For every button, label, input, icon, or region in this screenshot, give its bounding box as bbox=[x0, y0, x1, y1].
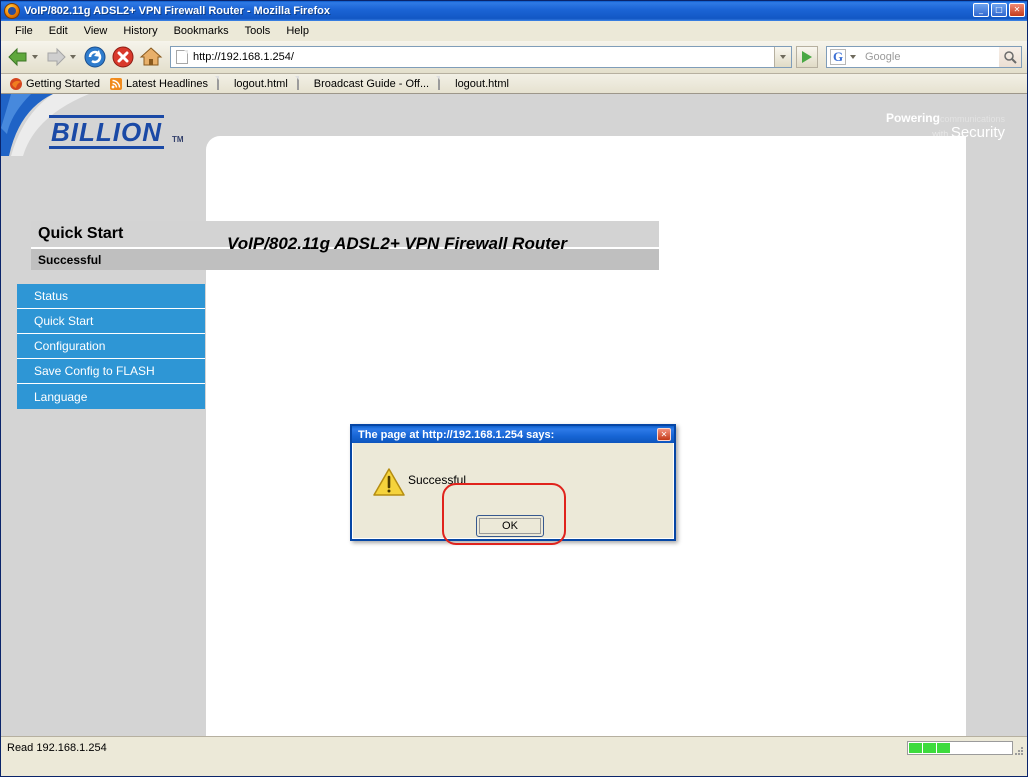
menu-tools[interactable]: Tools bbox=[237, 23, 279, 39]
stop-icon[interactable] bbox=[110, 44, 136, 70]
maximize-button[interactable]: □ bbox=[991, 3, 1007, 17]
bookmark-label: Broadcast Guide - Off... bbox=[313, 77, 430, 90]
forward-button[interactable] bbox=[44, 46, 80, 68]
bookmark-label: logout.html bbox=[455, 77, 509, 90]
alert-dialog-title: The page at http://192.168.1.254 says: bbox=[358, 428, 555, 441]
address-bar-value: http://192.168.1.254/ bbox=[193, 51, 294, 63]
sidebar-item-save-config-to-flash[interactable]: Save Config to FLASH bbox=[17, 359, 205, 384]
page-viewport: BILLION TM Poweringcommunications with S… bbox=[1, 94, 1027, 736]
google-engine-icon[interactable]: G bbox=[830, 49, 846, 65]
alert-close-icon[interactable]: ✕ bbox=[657, 428, 671, 441]
alert-message: Successful bbox=[408, 473, 467, 487]
document-icon bbox=[296, 75, 311, 91]
forward-dropdown-icon[interactable] bbox=[70, 55, 76, 59]
firefox-app-icon bbox=[4, 3, 20, 19]
bookmark-label: logout.html bbox=[233, 77, 288, 90]
home-icon[interactable] bbox=[138, 44, 164, 70]
search-engine-dropdown-icon[interactable] bbox=[850, 55, 856, 59]
go-button[interactable] bbox=[796, 46, 818, 68]
page-title: VoIP/802.11g ADSL2+ VPN Firewall Router bbox=[227, 234, 567, 253]
menu-help[interactable]: Help bbox=[278, 23, 317, 39]
menu-bookmarks[interactable]: Bookmarks bbox=[166, 23, 237, 39]
bookmark-latest-headlines[interactable]: Latest Headlines bbox=[107, 76, 213, 92]
page-favicon-icon bbox=[176, 50, 188, 64]
back-dropdown-icon[interactable] bbox=[32, 55, 38, 59]
progress-block bbox=[909, 742, 922, 753]
firefox-icon bbox=[9, 77, 23, 91]
window-titlebar: VoIP/802.11g ADSL2+ VPN Firewall Router … bbox=[1, 1, 1027, 21]
sidebar-item-label: Save Config to FLASH bbox=[34, 364, 155, 378]
menu-history[interactable]: History bbox=[115, 23, 165, 39]
load-progress-bar bbox=[907, 740, 1013, 755]
tagline-powering: Powering bbox=[885, 111, 940, 125]
forward-arrow-icon bbox=[44, 46, 68, 68]
warning-triangle-icon bbox=[373, 467, 405, 497]
reload-icon[interactable] bbox=[82, 44, 108, 70]
browser-status-bar: Read 192.168.1.254 bbox=[1, 736, 1027, 758]
bookmark-broadcast-guide[interactable]: Broadcast Guide - Off... bbox=[295, 75, 434, 92]
status-text: Read 192.168.1.254 bbox=[7, 741, 107, 754]
window-controls: _ □ ✕ bbox=[973, 3, 1025, 17]
sidebar-item-label: Status bbox=[34, 289, 69, 303]
search-icon[interactable] bbox=[999, 47, 1021, 67]
minimize-button[interactable]: _ bbox=[973, 3, 989, 17]
firefox-window: VoIP/802.11g ADSL2+ VPN Firewall Router … bbox=[0, 0, 1028, 777]
address-history-dropdown-icon[interactable] bbox=[774, 47, 791, 67]
sidebar-item-configuration[interactable]: Configuration bbox=[17, 334, 205, 359]
progress-block bbox=[937, 742, 950, 753]
menu-view[interactable]: View bbox=[76, 23, 116, 39]
tagline-communications: communications bbox=[939, 114, 1005, 124]
rss-icon bbox=[109, 77, 123, 91]
trademark-mark: TM bbox=[172, 135, 184, 144]
menu-file[interactable]: File bbox=[7, 23, 41, 39]
sidebar-item-label: Language bbox=[34, 389, 88, 404]
menu-bar: File Edit View History Bookmarks Tools H… bbox=[1, 21, 1027, 41]
bookmark-label: Getting Started bbox=[26, 77, 100, 90]
window-title: VoIP/802.11g ADSL2+ VPN Firewall Router … bbox=[24, 5, 330, 17]
bookmarks-toolbar: Getting Started Latest Headlines logout.… bbox=[1, 74, 1027, 94]
alert-ok-label: OK bbox=[502, 520, 518, 532]
go-icon bbox=[802, 51, 812, 63]
progress-block bbox=[923, 742, 936, 753]
router-header-band: BILLION TM Poweringcommunications with S… bbox=[1, 94, 1027, 158]
billion-logo: BILLION bbox=[49, 115, 164, 149]
header-white-tab bbox=[206, 136, 966, 158]
sidebar-item-label: Configuration bbox=[34, 339, 106, 353]
alert-ok-button[interactable]: OK bbox=[476, 515, 544, 537]
alert-dialog-body: Successful OK bbox=[352, 443, 674, 539]
search-bar[interactable]: G Google bbox=[826, 46, 1022, 68]
document-icon bbox=[216, 75, 231, 91]
address-bar[interactable]: http://192.168.1.254/ bbox=[170, 46, 792, 68]
document-icon bbox=[438, 75, 452, 91]
navigation-toolbar: http://192.168.1.254/ G Google bbox=[1, 41, 1027, 74]
bookmark-logout-1[interactable]: logout.html bbox=[215, 75, 293, 92]
search-input[interactable]: Google bbox=[860, 51, 999, 63]
alert-dialog-titlebar: The page at http://192.168.1.254 says: ✕ bbox=[352, 426, 674, 443]
back-button[interactable] bbox=[6, 46, 42, 68]
bookmark-getting-started[interactable]: Getting Started bbox=[7, 76, 105, 92]
sidebar-item-quick-start[interactable]: Quick Start bbox=[17, 309, 205, 334]
bookmark-label: Latest Headlines bbox=[126, 77, 208, 90]
menu-edit[interactable]: Edit bbox=[41, 23, 76, 39]
sidebar-menu: Status Quick Start Configuration Save Co… bbox=[17, 284, 205, 409]
close-button[interactable]: ✕ bbox=[1009, 3, 1025, 17]
alert-dialog: The page at http://192.168.1.254 says: ✕… bbox=[350, 424, 676, 541]
sidebar-item-status[interactable]: Status bbox=[17, 284, 205, 309]
window-resize-grip[interactable] bbox=[1013, 744, 1025, 756]
sidebar-item-language[interactable]: Language bbox=[17, 384, 205, 409]
sidebar-item-label: Quick Start bbox=[34, 314, 94, 328]
bookmark-logout-2[interactable]: logout.html bbox=[436, 75, 514, 92]
back-arrow-icon bbox=[6, 46, 30, 68]
